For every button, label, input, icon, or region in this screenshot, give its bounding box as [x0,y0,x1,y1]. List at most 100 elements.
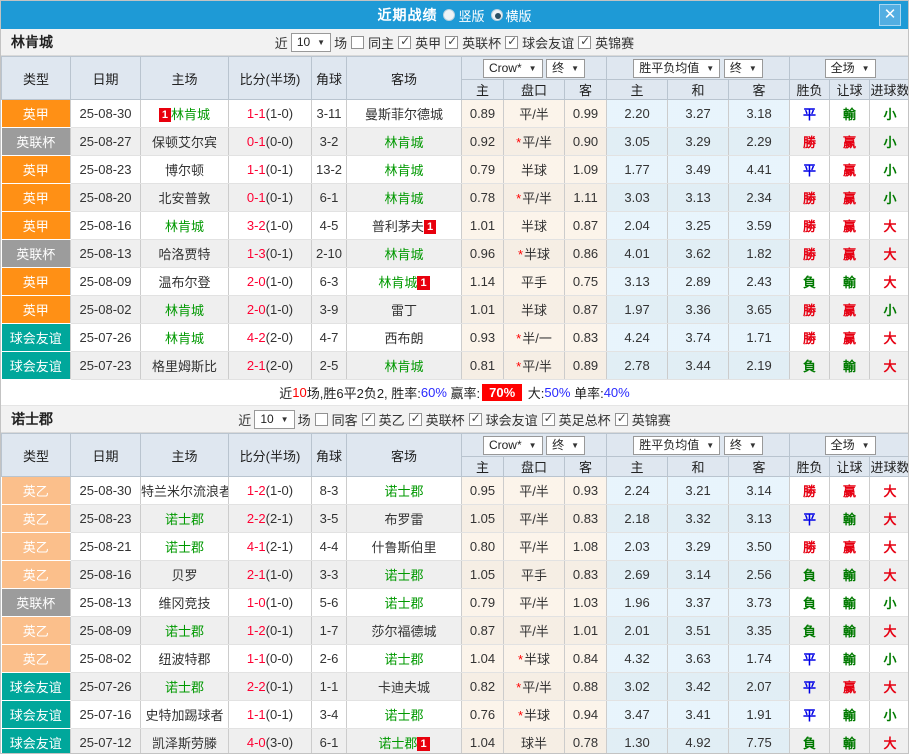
avg-odds-draw: 3.63 [668,645,729,673]
home-team-cell: 诺士郡 [141,533,229,561]
match-date: 25-08-23 [71,505,141,533]
handicap-text: 半球 [521,163,547,178]
avg-odds-home: 1.97 [607,296,668,324]
handicap-line: 平/半 [504,100,565,128]
goals-result: 小 [870,589,909,617]
same-venue-checkbox[interactable] [351,36,364,49]
score-cell: 0-1(0-1) [229,184,312,212]
competition-checkbox-4[interactable] [615,413,628,426]
handicap-line: 平/半 [504,617,565,645]
away-team-cell: 林肯城 [347,352,462,380]
handicap-away-odds: 0.78 [565,729,607,754]
subcol-goals: 进球数 [870,457,909,477]
home-team-cell: 林肯城 [141,296,229,324]
fullmatch-select-2[interactable]: 全场 [825,436,876,455]
score-cell: 1-1(0-1) [229,701,312,729]
match-date: 25-08-30 [71,100,141,128]
summary-part: 大: [524,383,544,402]
competition-checkbox-2[interactable] [505,36,518,49]
halftime-score: (2-1) [266,539,293,554]
halftime-score: (3-0) [266,735,293,750]
halftime-score: (1-0) [266,302,293,317]
final-odds-select-2a[interactable]: 终 [546,436,585,455]
competition-label-0: 英甲 [415,33,441,52]
final-odds-select-1a[interactable]: 终 [546,59,585,78]
wdl-result: 負 [790,617,830,645]
same-venue-label: 同主 [368,33,394,52]
wdl-result: 勝 [790,240,830,268]
competition-checkbox-1[interactable] [409,413,422,426]
final-score: 2-1 [247,358,266,373]
handicap-away-odds: 0.88 [565,673,607,701]
avg-odds-draw: 3.41 [668,701,729,729]
competition-checkbox-3[interactable] [542,413,555,426]
table-row: 英联杯25-08-13哈洛贾特1-3(0-1)2-10林肯城0.96*半球0.8… [2,240,909,268]
competition-label-1: 英联杯 [426,410,465,429]
competition-label-4: 英锦赛 [632,410,671,429]
final-odds-select-1b[interactable]: 终 [724,59,763,78]
competition-checkbox-1[interactable] [445,36,458,49]
filter-bar-2: 近10场同客英乙英联杯球会友谊英足总杯英锦赛 [238,410,670,429]
team-label: 什鲁斯伯里 [371,540,436,555]
bookmaker-select-1[interactable]: Crow* [483,59,543,78]
halftime-score: (0-0) [266,134,293,149]
same-venue-checkbox[interactable] [315,413,328,426]
wdl-result: 負 [790,268,830,296]
handicap-away-odds: 0.99 [565,100,607,128]
halftime-score: (2-1) [266,511,293,526]
avg-odds-select-2[interactable]: 胜平负均值 [633,436,720,455]
final-odds-select-2b[interactable]: 终 [724,436,763,455]
handicap-line: 半球 [504,212,565,240]
wdl-result: 勝 [790,477,830,505]
score-cell: 2-0(1-0) [229,268,312,296]
near-count-select[interactable]: 10 [254,410,294,429]
team-label: 特兰米尔流浪者 [141,484,229,499]
competition-checkbox-2[interactable] [469,413,482,426]
fullmatch-select-1[interactable]: 全场 [825,59,876,78]
league-badge: 英联杯 [2,589,71,617]
goals-result: 大 [870,533,909,561]
match-date: 25-07-26 [71,673,141,701]
handicap-line: *半球 [504,701,565,729]
handicap-text: 半球 [521,219,547,234]
team-label: 诺士郡 [165,624,204,639]
corner-count: 6-1 [312,729,347,754]
halftime-score: (1-0) [266,106,293,121]
red-card-badge: 1 [159,108,171,122]
handicap-result: 輸 [830,505,870,533]
avg-odds-select-1[interactable]: 胜平负均值 [633,59,720,78]
close-button[interactable]: ✕ [879,4,901,26]
competition-checkbox-0[interactable] [362,413,375,426]
corner-count: 4-7 [312,324,347,352]
handicap-result: 輸 [830,100,870,128]
avg-odds-home: 4.24 [607,324,668,352]
handicap-home-odds: 1.04 [462,729,504,754]
score-cell: 1-2(1-0) [229,477,312,505]
radio-horizontal-layout[interactable]: 横版 [491,6,532,25]
handicap-text: 平/半 [522,359,552,374]
bookmaker-select-2[interactable]: Crow* [483,436,543,455]
radio-checked-icon[interactable] [491,9,503,21]
recent-results-dialog: 近期战绩 竖版 横版 ✕ 林肯城 近10场同主英甲英联杯球会友谊英锦赛 类型 日… [0,0,909,754]
handicap-result: 赢 [830,477,870,505]
competition-checkbox-0[interactable] [398,36,411,49]
competition-checkbox-3[interactable] [578,36,591,49]
radio-vertical-layout[interactable]: 竖版 [443,6,484,25]
near-count-select[interactable]: 10 [291,33,331,52]
handicap-line: 平手 [504,268,565,296]
home-team-cell: 特兰米尔流浪者 [141,477,229,505]
halftime-score: (1-0) [266,595,293,610]
radio-icon[interactable] [443,9,455,21]
handicap-text: 半球 [524,652,550,667]
away-team-cell: 曼斯菲尔德城 [347,100,462,128]
handicap-away-odds: 0.87 [565,296,607,324]
table-row: 英甲25-08-301林肯城1-1(1-0)3-11曼斯菲尔德城0.89平/半0… [2,100,909,128]
avg-odds-away: 3.59 [729,212,790,240]
goals-result: 小 [870,645,909,673]
table-row: 英联杯25-08-13维冈竞技1-0(1-0)5-6诺士郡0.79平/半1.03… [2,589,909,617]
league-badge: 英联杯 [2,240,71,268]
handicap-line: *平/半 [504,184,565,212]
team-label: 林肯城 [384,247,423,262]
table-row: 英乙25-08-23诺士郡2-2(2-1)3-5布罗雷1.05平/半0.832.… [2,505,909,533]
goals-result: 小 [870,296,909,324]
